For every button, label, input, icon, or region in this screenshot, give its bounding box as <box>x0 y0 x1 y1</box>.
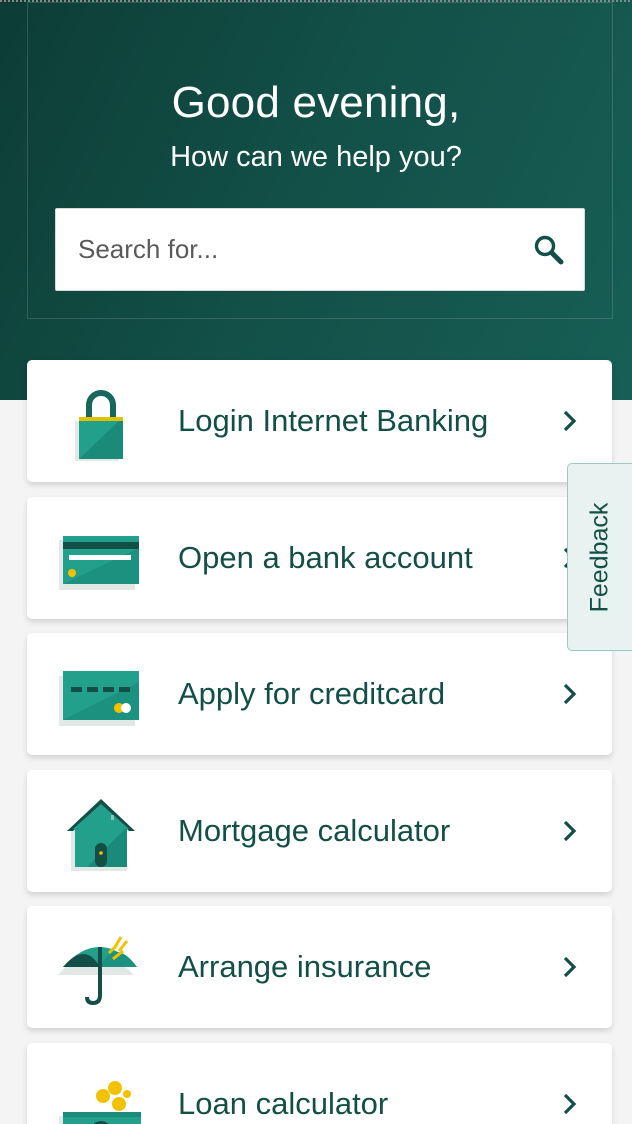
search-icon[interactable] <box>532 233 566 267</box>
chevron-right-icon <box>563 1093 577 1115</box>
chevron-right-icon <box>563 820 577 842</box>
card-open-bank-account[interactable]: Open a bank account <box>27 497 612 619</box>
house-icon <box>67 799 135 871</box>
chevron-right-icon <box>563 956 577 978</box>
card-apply-creditcard[interactable]: Apply for creditcard <box>27 633 612 755</box>
card-label: Arrange insurance <box>178 949 432 984</box>
card-login-internet-banking[interactable]: Login Internet Banking <box>27 360 612 482</box>
card-mortgage-calculator[interactable]: Mortgage calculator <box>27 770 612 892</box>
window-top-border <box>0 0 632 2</box>
card-label: Mortgage calculator <box>178 813 451 848</box>
credit-card-icon <box>59 671 139 726</box>
search-input[interactable] <box>56 209 532 290</box>
card-loan-calculator[interactable]: € Loan calculator <box>27 1043 612 1124</box>
help-subtitle: How can we help you? <box>170 141 462 173</box>
greeting-heading: Good evening, <box>171 78 461 127</box>
card-label: Open a bank account <box>178 540 473 575</box>
chevron-right-icon <box>563 410 577 432</box>
search-bar <box>55 208 585 291</box>
feedback-tab[interactable]: Feedback <box>567 463 632 651</box>
card-label: Login Internet Banking <box>178 403 489 438</box>
money-coins-icon: € <box>59 1081 141 1124</box>
umbrella-icon <box>58 936 137 1006</box>
hero-header: Good evening, How can we help you? <box>0 0 632 400</box>
lock-icon <box>75 390 123 461</box>
card-arrange-insurance[interactable]: Arrange insurance <box>27 906 612 1028</box>
card-label: Loan calculator <box>178 1086 389 1121</box>
chevron-right-icon <box>563 683 577 705</box>
bank-card-icon <box>59 536 139 590</box>
card-label: Apply for creditcard <box>178 676 446 711</box>
feedback-label: Feedback <box>585 502 614 612</box>
